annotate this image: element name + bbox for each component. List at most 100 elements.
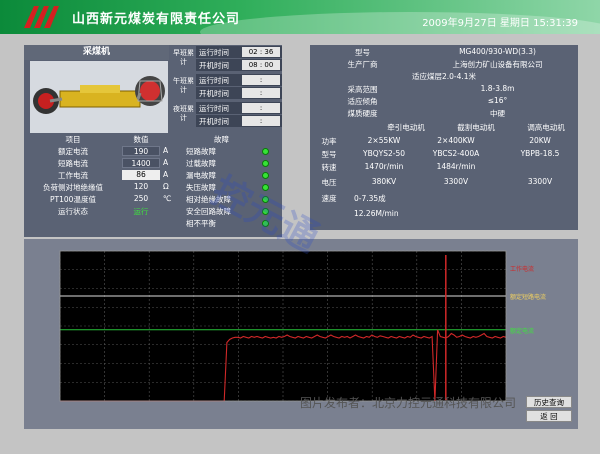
run-time-row: 运行时间 02 : 36: [196, 46, 282, 58]
panel-title: 采煤机: [24, 45, 169, 60]
company-name: 山西新元煤炭有限责任公司: [72, 12, 241, 27]
spec-value: MG400/930-WD(3.3): [459, 47, 536, 56]
table-header-row: 项目 数值 故障: [24, 134, 282, 146]
param-name: 额定电流: [58, 147, 88, 156]
power-on-time-value: :: [242, 88, 280, 98]
motor-cell: 1470r/min: [364, 162, 404, 171]
param-unit: A: [163, 158, 169, 167]
run-time-value: :: [242, 75, 280, 85]
shearer-spec-panel: 型号 MG400/930-WD(3.3) 生产厂商 上海创力矿山设备有限公司 适…: [310, 45, 578, 230]
motor-row-label: 功率: [321, 137, 337, 146]
spec-value: 上海创力矿山设备有限公司: [452, 60, 543, 69]
motor-cell: 2×55KW: [367, 136, 401, 145]
speed-value: 12.26M/min: [354, 209, 399, 218]
series-legend: 工作电流: [510, 265, 534, 273]
row-label: 开机时间: [199, 117, 229, 126]
motor-row: 功率 2×55KW 2×400KW 20KW: [310, 136, 578, 150]
shearer-image: [30, 61, 168, 133]
row-label: 开机时间: [199, 89, 229, 98]
param-unit: ℃: [163, 194, 172, 203]
row-label: 运行时间: [199, 104, 229, 113]
fault-label: 过载故障: [186, 159, 216, 168]
motor-cell: YBPB-18.5: [520, 149, 560, 158]
plot-area: [60, 251, 506, 401]
motor-cell: YBCS2-400A: [432, 149, 480, 158]
motor-row: 电压 380KV 3300V 3300V: [310, 177, 578, 191]
power-on-time-value: 08 : 00: [242, 60, 280, 70]
motor-cell: 20KW: [529, 136, 551, 145]
column-header-item: 项目: [65, 135, 81, 144]
run-time-value: 02 : 36: [242, 47, 280, 57]
param-unit: Ω: [163, 182, 169, 191]
spec-value: 1.8-3.8m: [480, 84, 515, 93]
morning-shift-box: 早班累计 运行时间 02 : 36 开机时间 08 : 00: [172, 46, 282, 72]
power-on-time-value: :: [242, 116, 280, 126]
shift-label: 午班累计: [173, 77, 194, 94]
param-name: 负荷侧对地绝缘值: [43, 183, 103, 192]
company-logo-icon: [24, 6, 59, 28]
history-query-button[interactable]: 历史查询: [526, 396, 572, 408]
datetime-display: 2009年9月27日 星期日 15:31:39: [422, 18, 578, 29]
spec-key: 型号: [355, 48, 370, 57]
reference-line-label: 额定电流: [510, 327, 534, 335]
motor-row: 转速 1470r/min 1484r/min: [310, 162, 578, 176]
param-name: 运行状态: [58, 207, 88, 216]
spec-row: 适应倾角 ≤16°: [310, 96, 578, 108]
motor-cell: 3300V: [527, 177, 553, 186]
spec-key: 生产厂商: [347, 60, 378, 69]
motor-row-label: 转速: [321, 163, 337, 172]
main-area: 采煤机 早班累计 运行时间 02 : 36 开机时间 08: 00 午班累计 …: [0, 34, 600, 454]
shift-label: 早班累计: [173, 49, 194, 66]
spec-key: 采高范围: [347, 85, 378, 94]
column-header-value: 数值: [133, 135, 149, 144]
motor-cell: 380KV: [371, 177, 397, 186]
spec-row: 煤质硬度 中硬: [310, 108, 578, 120]
spec-key: 煤质硬度: [347, 109, 378, 118]
param-unit: A: [163, 170, 169, 179]
run-time-value: :: [242, 103, 280, 113]
speed-row: 12.26M/min: [310, 209, 578, 223]
spec-value: 适应煤层2.0-4.1米: [411, 72, 477, 81]
night-shift-box: 夜班累计 运行时间 : 开机时间 :: [172, 102, 282, 128]
param-unit: A: [163, 146, 169, 155]
spec-value: ≤16°: [487, 96, 508, 105]
shift-label: 夜班累计: [173, 105, 194, 122]
column-header-fault: 故障: [214, 135, 229, 144]
back-button[interactable]: 返 回: [526, 410, 572, 422]
fault-label: 短路故障: [186, 147, 216, 156]
title-bar: 山西新元煤炭有限责任公司 2009年9月27日 星期日 15:31:39: [0, 0, 600, 34]
param-value: 1400: [122, 158, 160, 168]
run-time-row: 运行时间 :: [196, 74, 282, 86]
run-status-value: 运行: [133, 207, 149, 216]
reference-line-label: 额定短路电流: [510, 293, 546, 301]
run-time-row: 运行时间 :: [196, 102, 282, 114]
speed-row: 速度 0-7.35成: [310, 193, 578, 207]
speed-label: 速度: [321, 194, 337, 203]
table-row: 额定电流 190 A 短路故障: [24, 146, 282, 158]
column-header: 牵引电动机: [387, 123, 425, 132]
spec-row: 适应煤层2.0-4.1米: [310, 71, 578, 83]
image-credit: 图片发布者：北京力控元通科技有限公司: [300, 396, 517, 410]
motor-row-label: 型号: [321, 150, 337, 159]
param-value: 120: [133, 182, 149, 191]
spec-row: 采高范围 1.8-3.8m: [310, 84, 578, 96]
spec-row: 生产厂商 上海创力矿山设备有限公司: [310, 59, 578, 71]
column-header: 调高电动机: [527, 123, 565, 132]
param-value: 86: [122, 170, 160, 180]
param-name: PT100温度值: [50, 195, 96, 204]
power-on-time-row: 开机时间 08 : 00: [196, 59, 282, 71]
row-label: 开机时间: [199, 61, 229, 70]
motor-row: 型号 YBQYS2-50 YBCS2-400A YBPB-18.5: [310, 149, 578, 163]
motor-cell: 3300V: [443, 177, 469, 186]
motor-cell: 2×400KW: [437, 136, 475, 145]
motor-header-row: 牵引电动机 截割电动机 调高电动机: [310, 122, 578, 136]
motor-cell: YBQYS2-50: [363, 149, 405, 158]
motor-row-label: 电压: [321, 178, 337, 187]
param-value: 250: [133, 194, 149, 203]
speed-range: 0-7.35成: [354, 194, 386, 203]
afternoon-shift-box: 午班累计 运行时间 : 开机时间 :: [172, 74, 282, 100]
power-on-time-row: 开机时间 :: [196, 115, 282, 127]
status-led-icon: [262, 148, 269, 155]
param-name: 短路电流: [58, 159, 88, 168]
power-on-time-row: 开机时间 :: [196, 87, 282, 99]
